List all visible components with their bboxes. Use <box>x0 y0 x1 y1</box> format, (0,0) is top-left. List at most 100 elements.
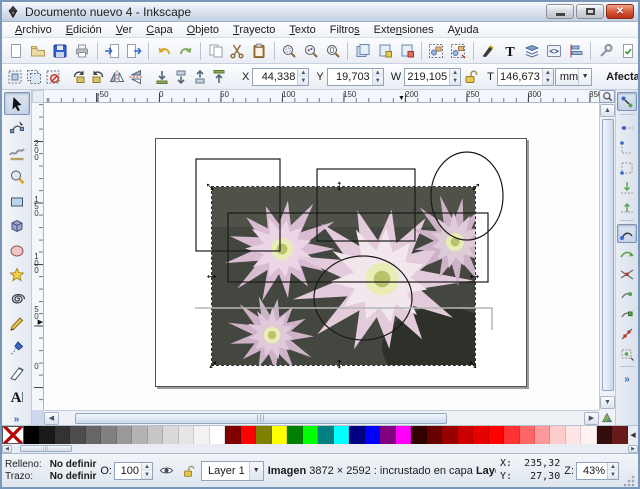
deselect-button[interactable] <box>44 66 62 88</box>
palette-menu-arrow[interactable]: ◀ <box>627 426 638 444</box>
snap-node-smooth-button[interactable] <box>617 304 637 323</box>
select-all-button[interactable] <box>6 66 24 88</box>
layers-dialog-button[interactable] <box>522 40 543 62</box>
paste-button[interactable] <box>249 40 270 62</box>
handle-bottom-mid[interactable]: ↕ <box>336 356 344 371</box>
drawn-rectangle[interactable] <box>227 212 489 283</box>
snap-bbox-center-button[interactable] <box>617 198 637 217</box>
pen-tool-button[interactable] <box>4 337 30 360</box>
flip-v-button[interactable] <box>127 66 145 88</box>
scroll-down-arrow[interactable]: ▼ <box>600 396 615 409</box>
horizontal-scroll-thumb[interactable]: ||| <box>75 412 447 424</box>
snap-others-button[interactable] <box>617 344 637 363</box>
fill-stroke-button[interactable] <box>478 40 499 62</box>
layer-lock-button[interactable] <box>179 462 197 480</box>
rect-tool-button[interactable] <box>4 190 30 213</box>
color-swatch[interactable] <box>534 426 551 444</box>
clone-button[interactable] <box>374 40 395 62</box>
title-bar[interactable]: Documento nuevo 4 - Inkscape ✕ <box>2 2 638 22</box>
color-swatch[interactable] <box>473 426 489 444</box>
lock-open-button[interactable] <box>462 66 480 88</box>
lower-bottom-button[interactable] <box>153 66 171 88</box>
drawn-rectangle[interactable] <box>316 168 416 242</box>
snap-bbox-midedge-button[interactable] <box>617 178 637 197</box>
palette-scroll-right-arrow[interactable]: ▶ <box>628 444 638 453</box>
horizontal-scrollbar[interactable]: ◀ ||| ▶ <box>44 410 599 425</box>
color-swatch[interactable] <box>318 426 334 444</box>
doc-new-button[interactable] <box>6 40 27 62</box>
text-dialog-button[interactable]: T <box>500 40 521 62</box>
drawn-shapes-overlay[interactable] <box>44 103 599 410</box>
color-swatch[interactable] <box>349 426 365 444</box>
rotate-cw-button[interactable] <box>89 66 107 88</box>
maximize-button[interactable] <box>576 4 604 19</box>
color-swatch[interactable] <box>147 426 164 444</box>
palette-scrollbar[interactable]: ◀ ||| ▶ <box>2 444 638 453</box>
star-tool-button[interactable] <box>4 263 30 286</box>
text-tool-button[interactable]: A <box>4 386 30 409</box>
color-swatch[interactable] <box>194 426 210 444</box>
snap-midpoint-button[interactable] <box>617 324 637 343</box>
ellipse-tool-button[interactable] <box>4 239 30 262</box>
scroll-left-arrow[interactable]: ◀ <box>44 411 59 425</box>
color-swatch[interactable] <box>287 426 303 444</box>
color-swatch[interactable] <box>488 426 505 444</box>
drawn-ellipse[interactable] <box>313 255 413 341</box>
handle-right-mid[interactable]: ↔ <box>467 267 482 282</box>
align-dialog-button[interactable] <box>565 40 586 62</box>
select-all-layers-button[interactable] <box>25 66 43 88</box>
menu-capa[interactable]: Capa <box>139 23 179 37</box>
handle-top-mid[interactable]: ↕ <box>336 178 344 193</box>
color-swatch[interactable] <box>163 426 179 444</box>
node-tool-button[interactable] <box>4 116 30 139</box>
color-swatch[interactable] <box>116 426 133 444</box>
x-spinbox[interactable]: 44,338 ▲ ▼ <box>252 67 310 86</box>
menu-trayecto[interactable]: Trayecto <box>226 23 282 37</box>
zoom-spinbox[interactable]: 43% ▲ ▼ <box>576 461 619 480</box>
zoom-page-button[interactable] <box>323 40 344 62</box>
select-tool-button[interactable] <box>3 92 30 116</box>
w-spinbox[interactable]: 219,105 ▲ ▼ <box>404 67 462 86</box>
spiral-tool-button[interactable] <box>4 288 30 311</box>
snap-bbox-button[interactable] <box>617 118 637 137</box>
toolbox-overflow-button[interactable]: » <box>14 414 20 425</box>
color-swatch[interactable] <box>411 426 427 444</box>
color-swatch[interactable] <box>364 426 381 444</box>
color-swatch[interactable] <box>240 426 257 444</box>
group-button[interactable] <box>426 40 447 62</box>
lower-button[interactable] <box>172 66 190 88</box>
color-swatch[interactable] <box>70 426 86 444</box>
menu-ayuda[interactable]: Ayuda <box>441 23 486 37</box>
color-swatch[interactable] <box>225 426 241 444</box>
layer-selector[interactable]: Layer 1 ▼ <box>201 460 264 481</box>
flip-h-button[interactable] <box>108 66 126 88</box>
minimize-button[interactable] <box>546 4 574 19</box>
opacity-spinbox[interactable]: 100 ▲ ▼ <box>114 461 153 480</box>
color-swatch[interactable] <box>565 426 582 444</box>
zoom-drawing-button[interactable] <box>301 40 322 62</box>
xml-editor-button[interactable]: <> <box>544 40 565 62</box>
preferences-button[interactable] <box>595 40 616 62</box>
scroll-up-arrow[interactable]: ▲ <box>600 104 615 117</box>
raise-button[interactable] <box>191 66 209 88</box>
palette-scroll-left-arrow[interactable]: ◀ <box>2 444 12 453</box>
swatch-none[interactable] <box>2 426 24 444</box>
unit-dropdown[interactable]: mm ▼ <box>554 67 593 86</box>
vertical-scroll-thumb[interactable] <box>602 119 614 391</box>
fill-stroke-indicator[interactable]: Relleno: No definir Trazo: No definir <box>5 459 96 482</box>
chevron-down-icon[interactable]: ▼ <box>248 461 263 480</box>
color-swatch[interactable] <box>101 426 117 444</box>
menu-objeto[interactable]: Objeto <box>180 23 226 37</box>
color-swatch[interactable] <box>519 426 535 444</box>
color-swatch[interactable] <box>442 426 458 444</box>
sticky-zoom-button[interactable] <box>599 90 615 103</box>
color-swatch[interactable] <box>457 426 474 444</box>
scroll-right-arrow[interactable]: ▶ <box>584 411 599 425</box>
snap-node-cusp-button[interactable] <box>617 284 637 303</box>
color-swatch[interactable] <box>333 426 350 444</box>
layer-visibility-button[interactable] <box>157 462 175 480</box>
rotate-ccw-button[interactable] <box>70 66 88 88</box>
color-swatch[interactable] <box>24 426 40 444</box>
snap-intersection-button[interactable] <box>617 264 637 283</box>
handle-left-mid[interactable]: ↔ <box>204 267 219 282</box>
